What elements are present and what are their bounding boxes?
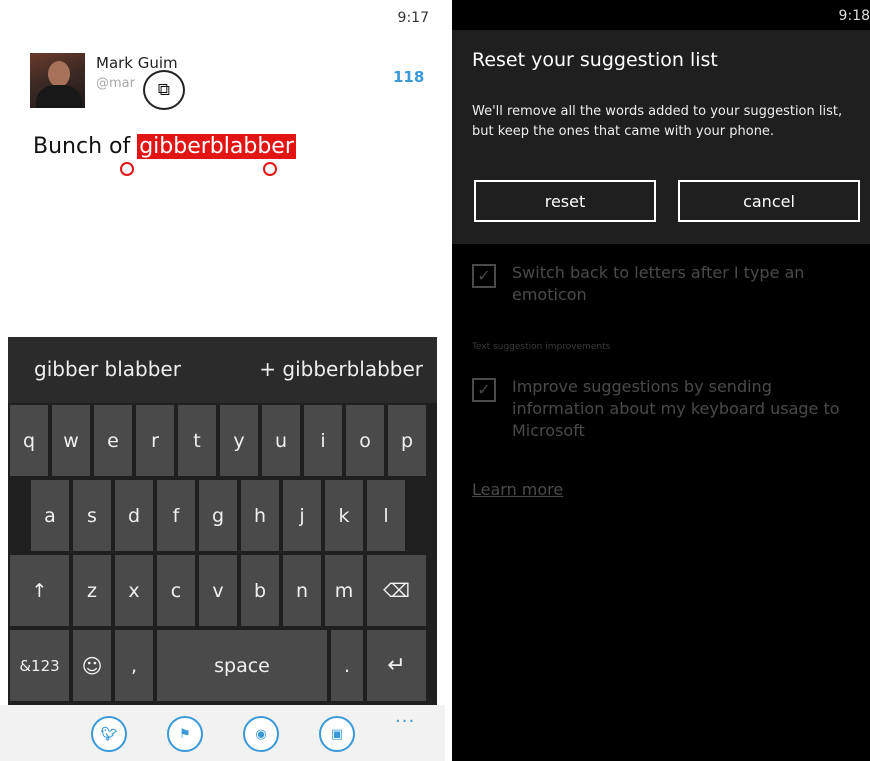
copy-icon[interactable]: ⧉ <box>143 70 185 110</box>
twitter-icon[interactable]: 🐦︎ <box>91 716 127 752</box>
key-i[interactable]: i <box>304 405 342 476</box>
avatar <box>30 53 85 108</box>
space-key[interactable]: space <box>157 630 327 701</box>
photo-icon[interactable]: ▣ <box>319 716 355 752</box>
character-count: 118 <box>393 68 425 86</box>
settings-screen: 9:18 Reset your suggestion list We'll re… <box>452 0 870 761</box>
key-h[interactable]: h <box>241 480 279 551</box>
app-bar: 🐦︎ ⚑ ◉ ▣ ... <box>0 705 445 761</box>
suggestion-item[interactable]: gibber blabber <box>34 357 181 381</box>
key-p[interactable]: p <box>388 405 426 476</box>
reset-button[interactable]: reset <box>474 180 656 222</box>
foursquare-icon[interactable]: ⚑ <box>167 716 203 752</box>
comma-key[interactable]: , <box>115 630 153 701</box>
key-n[interactable]: n <box>283 555 321 626</box>
key-d[interactable]: d <box>115 480 153 551</box>
more-icon[interactable]: ... <box>395 706 415 727</box>
emoji-key[interactable]: ☺ <box>73 630 111 701</box>
on-screen-keyboard: gibber blabber + gibberblabber q w e r t… <box>8 337 437 705</box>
key-k[interactable]: k <box>325 480 363 551</box>
backspace-key[interactable]: ⌫ <box>367 555 426 626</box>
key-w[interactable]: w <box>52 405 90 476</box>
tweet-text-field[interactable]: Bunch of gibberblabber <box>33 134 296 159</box>
key-u[interactable]: u <box>262 405 300 476</box>
key-m[interactable]: m <box>325 555 363 626</box>
divider <box>445 0 452 761</box>
status-time: 9:18 <box>838 8 870 24</box>
key-v[interactable]: v <box>199 555 237 626</box>
camera-icon[interactable]: ◉ <box>243 716 279 752</box>
dialog-body: We'll remove all the words added to your… <box>472 104 843 139</box>
compose-screen: 9:17 Mark Guim @mar ⧉ 118 Bunch of gibbe… <box>0 0 445 761</box>
key-t[interactable]: t <box>178 405 216 476</box>
shift-key[interactable]: ↑ <box>10 555 69 626</box>
key-a[interactable]: a <box>31 480 69 551</box>
enter-key[interactable]: ↵ <box>367 630 426 701</box>
status-time: 9:17 <box>397 10 429 26</box>
key-r[interactable]: r <box>136 405 174 476</box>
selected-text: gibberblabber <box>137 134 296 159</box>
learn-more-link[interactable]: Learn more <box>472 480 563 499</box>
key-o[interactable]: o <box>346 405 384 476</box>
selection-end-handle[interactable] <box>263 162 277 176</box>
dialog-title: Reset your suggestion list <box>472 49 718 71</box>
key-g[interactable]: g <box>199 480 237 551</box>
reset-dialog: Reset your suggestion list We'll remove … <box>452 30 870 244</box>
cancel-button[interactable]: cancel <box>678 180 860 222</box>
suggestion-bar: gibber blabber + gibberblabber <box>8 337 437 403</box>
section-label: Text suggestion improvements <box>472 342 611 352</box>
checkbox-checked-icon[interactable]: ✓ <box>472 264 496 288</box>
key-f[interactable]: f <box>157 480 195 551</box>
key-l[interactable]: l <box>367 480 405 551</box>
key-j[interactable]: j <box>283 480 321 551</box>
checkbox-checked-icon[interactable]: ✓ <box>472 378 496 402</box>
key-c[interactable]: c <box>157 555 195 626</box>
period-key[interactable]: . <box>331 630 363 701</box>
selection-start-handle[interactable] <box>120 162 134 176</box>
key-q[interactable]: q <box>10 405 48 476</box>
key-e[interactable]: e <box>94 405 132 476</box>
key-s[interactable]: s <box>73 480 111 551</box>
key-z[interactable]: z <box>73 555 111 626</box>
key-y[interactable]: y <box>220 405 258 476</box>
key-x[interactable]: x <box>115 555 153 626</box>
option-label: Switch back to letters after I type an e… <box>512 263 805 304</box>
tweet-text-prefix: Bunch of <box>33 134 138 159</box>
add-word-suggestion[interactable]: + gibberblabber <box>259 357 423 381</box>
numbers-key[interactable]: &123 <box>10 630 69 701</box>
author-handle: @mar <box>96 76 135 91</box>
key-b[interactable]: b <box>241 555 279 626</box>
option-label: Improve suggestions by sending informati… <box>512 377 840 440</box>
